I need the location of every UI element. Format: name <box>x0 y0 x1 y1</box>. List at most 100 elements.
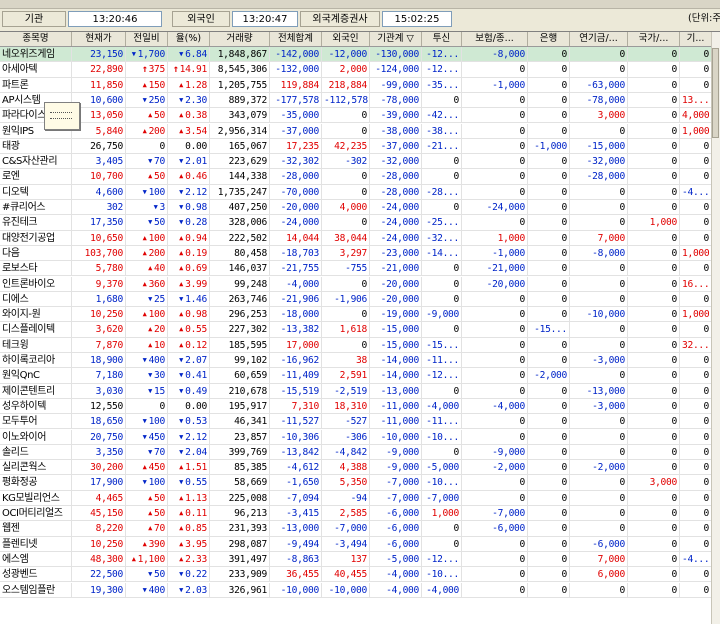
scrollbar-thumb[interactable] <box>712 48 719 138</box>
cell-stock-name[interactable]: 유진테크 <box>0 215 72 231</box>
cell-stock-name[interactable]: 와이지-원 <box>0 307 72 323</box>
header-total-net[interactable]: 전체합계 <box>270 32 322 46</box>
cell-stock-name[interactable]: 디스플레이텍 <box>0 322 72 338</box>
cell-stock-name[interactable]: 모두투어 <box>0 414 72 430</box>
table-row[interactable]: 다음103,7002000.1980,458-18,7033,297-23,00… <box>0 245 712 262</box>
header-current-price[interactable]: 현재가 <box>72 32 126 46</box>
cell-total-net: -13,382 <box>270 322 322 338</box>
header-bank-net[interactable]: 은행 <box>528 32 570 46</box>
table-row[interactable]: 로엔10,700500.46144,338-28,0000-28,000000-… <box>0 169 712 185</box>
header-stock-name[interactable]: 종목명 <box>0 32 72 46</box>
cell-stock-name[interactable]: KG모빌리언스 <box>0 490 72 506</box>
cell-stock-name[interactable]: 아세아텍 <box>0 62 72 78</box>
cell-stock-name[interactable]: 디에스 <box>0 291 72 308</box>
table-row[interactable]: 솔리드3,350702.04399,769-13,842-4,842-9,000… <box>0 444 712 461</box>
cell-stock-name[interactable]: 로보스타 <box>0 261 72 277</box>
table-row[interactable]: 원익IPS5,8402003.542,956,314-37,0000-38,00… <box>0 123 712 139</box>
table-row[interactable]: 성우하이텍 12,550 0 0.00 195,917 7,310 18,310 -11,00… <box>0 398 712 415</box>
cell-trust-net: -10... <box>422 475 462 491</box>
cell-stock-name[interactable]: 디오텍 <box>0 184 72 200</box>
cell-stock-name[interactable]: 다음 <box>0 245 72 262</box>
cell-etc-net: 0 <box>680 521 712 537</box>
cell-stock-name[interactable]: 파트론 <box>0 77 72 93</box>
table-row[interactable]: 네오위즈게임23,1501,7006.841,848,867-142,000-1… <box>0 47 712 63</box>
table-row[interactable]: #큐리어스30230.98407,250-20,0004,000-24,0000… <box>0 200 712 216</box>
header-institution-net[interactable]: 기관계 ▽ <box>370 32 422 46</box>
cell-stock-name[interactable]: 솔리드 <box>0 444 72 461</box>
cell-volume: 227,302 <box>210 322 270 338</box>
header-foreign-net[interactable]: 외국인 <box>322 32 370 46</box>
cell-stock-name[interactable]: 하이록코리아 <box>0 353 72 369</box>
cell-stock-name[interactable]: C&S자산관리 <box>0 154 72 170</box>
cell-stock-name[interactable]: 대양전기공업 <box>0 230 72 246</box>
cell-total-net: -37,000 <box>270 123 322 139</box>
table-row[interactable]: 파트론11,8501501.281,205,755119,884218,884-… <box>0 77 712 93</box>
table-row[interactable]: 유진테크17,350500.28328,006-24,0000-24,000-2… <box>0 215 712 231</box>
cell-stock-name[interactable]: 성우하이텍 <box>0 398 72 415</box>
investor-trading-grid[interactable]: 종목명 현재가 전일비 율(%) 거래량 전체합계 외국인 기관계 ▽ 투신 보험/종... 은행 연… <box>0 31 720 624</box>
cell-institution-net: -14,000 <box>370 353 422 369</box>
table-row[interactable]: C&S자산관리3,405702.01223,629-32,302-302-32,… <box>0 154 712 170</box>
header-change-rate[interactable]: 율(%) <box>168 32 210 46</box>
table-row[interactable]: AP시스템10,6002502.30889,372-177,578-112,57… <box>0 92 712 109</box>
table-row[interactable]: 파라다이스13,050500.38343,079-35,0000-39,000-… <box>0 108 712 124</box>
cell-stock-name[interactable]: 에스엠 <box>0 551 72 568</box>
cell-current-price: 45,150 <box>72 506 126 522</box>
table-row[interactable]: 디오텍4,6001002.121,735,247-70,0000-28,000-… <box>0 184 712 200</box>
table-row[interactable]: 태광 26,750 0 0.00 165,067 17,235 42,235 -37,000-… <box>0 138 712 155</box>
table-row[interactable]: 이노와이어20,7504502.1223,857-10,306-306-10,0… <box>0 429 712 445</box>
header-pension-net[interactable]: 연기금/... <box>570 32 628 46</box>
header-volume[interactable]: 거래량 <box>210 32 270 46</box>
cell-stock-name[interactable]: 플렌티넷 <box>0 536 72 552</box>
table-row[interactable]: 오스템임플란19,3004002.03326,961-10,000-10,000… <box>0 582 712 598</box>
cell-stock-name[interactable]: OCI머티리얼즈 <box>0 506 72 522</box>
cell-stock-name[interactable]: 성광벤드 <box>0 567 72 583</box>
cell-current-price: 17,350 <box>72 215 126 231</box>
cell-stock-name[interactable]: 오스템임플란 <box>0 582 72 598</box>
header-insurance-net[interactable]: 보험/종... <box>462 32 528 46</box>
table-row[interactable]: 에스엠48,3001,1002.33391,497-8,863137-5,000… <box>0 551 712 568</box>
cell-stock-name[interactable]: 실리콘웍스 <box>0 460 72 476</box>
table-row[interactable]: 디스플레이텍3,620200.55227,302-13,3821,618-15,… <box>0 322 712 338</box>
cell-change: 0 <box>126 138 168 155</box>
table-row[interactable]: 성광벤드22,500500.22233,90936,45540,455-4,00… <box>0 567 712 583</box>
cell-stock-name[interactable]: 네오위즈게임 <box>0 47 72 63</box>
header-trust-net[interactable]: 투신 <box>422 32 462 46</box>
table-row[interactable]: 디에스1,680251.46263,746-21,906-1,906-20,00… <box>0 291 712 308</box>
table-row[interactable]: 로보스타5,780400.69146,037-21,755-755-21,000… <box>0 261 712 277</box>
table-row[interactable]: 평화정공17,9001000.5558,669-1,6505,350-7,000… <box>0 475 712 491</box>
table-row[interactable]: 대양전기공업10,6501000.94222,50214,04438,044-2… <box>0 230 712 246</box>
cell-change: 200 <box>126 123 168 139</box>
table-row[interactable]: 플렌티넷10,2503903.95298,087-9,494-3,494-6,0… <box>0 536 712 552</box>
table-row[interactable]: 모두투어18,6501000.5346,341-11,527-527-11,00… <box>0 414 712 430</box>
cell-stock-name[interactable]: 인트론바이오 <box>0 276 72 292</box>
table-row[interactable]: 아세아텍22,89037514.918,545,306-132,0002,000… <box>0 62 712 78</box>
cell-stock-name[interactable]: 원익QnC <box>0 368 72 384</box>
table-row[interactable]: 테크윙7,870100.12185,59517,0000-15,000-15..… <box>0 337 712 353</box>
cell-insurance-net: 0 <box>462 215 528 231</box>
cell-change: 390 <box>126 536 168 552</box>
table-row[interactable]: 하이록코리아18,9004002.0799,102-16,96238-14,00… <box>0 353 712 369</box>
header-etc-net[interactable]: 기... <box>680 32 712 46</box>
cell-stock-name[interactable]: 로엔 <box>0 169 72 185</box>
cell-volume: 233,909 <box>210 567 270 583</box>
cell-stock-name[interactable]: 웹젠 <box>0 521 72 537</box>
cell-stock-name[interactable]: #큐리어스 <box>0 200 72 216</box>
header-nation-net[interactable]: 국가/... <box>628 32 680 46</box>
header-change[interactable]: 전일비 <box>126 32 168 46</box>
cell-trust-net: 0 <box>422 322 462 338</box>
table-row[interactable]: KG모빌리언스4,465501.13225,008-7,094-94-7,000… <box>0 490 712 506</box>
table-row[interactable]: 인트론바이오9,3703603.9999,248-4,0000-20,0000-… <box>0 276 712 292</box>
cell-stock-name[interactable]: 테크윙 <box>0 337 72 353</box>
cell-stock-name[interactable]: 제이콘텐트리 <box>0 383 72 399</box>
table-row[interactable]: OCI머티리얼즈45,150500.1196,213-3,4152,585-6,… <box>0 506 712 522</box>
table-row[interactable]: 원익QnC7,180300.4160,659-11,4092,591-14,00… <box>0 368 712 384</box>
vertical-scrollbar[interactable] <box>711 32 720 624</box>
table-row[interactable]: 웹젠8,220700.85231,393-13,000-7,000-6,0000… <box>0 521 712 537</box>
table-row[interactable]: 와이지-원10,2501000.98296,253-18,0000-19,000… <box>0 307 712 323</box>
cell-stock-name[interactable]: 이노와이어 <box>0 429 72 445</box>
table-row[interactable]: 제이콘텐트리3,030150.49210,678-15,519-2,519-13… <box>0 383 712 399</box>
cell-stock-name[interactable]: 평화정공 <box>0 475 72 491</box>
table-row[interactable]: 실리콘웍스30,2004501.5185,385-4,6124,388-9,00… <box>0 460 712 476</box>
cell-stock-name[interactable]: 태광 <box>0 138 72 155</box>
